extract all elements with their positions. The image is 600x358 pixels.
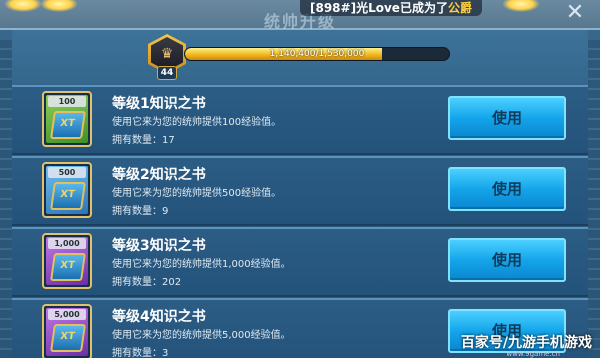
item-icon-bg: 500 xyxy=(46,166,88,214)
watermark: 百家号/九游手机游戏 xyxy=(460,335,592,351)
item-description: 使用它来为您的统帅提供100经验值。 xyxy=(112,117,282,128)
item-title: 等级2知识之书 xyxy=(112,167,206,183)
notification-rank: 公爵 xyxy=(447,1,472,15)
item-icon-bg: 100 xyxy=(46,95,88,143)
item-title: 等级3知识之书 xyxy=(112,238,206,254)
watermark-url: www.9game.cn xyxy=(506,350,560,358)
list-item: 100 等级1知识之书 使用它来为您的统帅提供100经验值。 拥有数量：17 使… xyxy=(12,85,588,155)
xp-progress-text: 1,140,400/1,530,000 xyxy=(269,49,365,59)
item-description: 使用它来为您的统帅提供5,000经验值。 xyxy=(112,330,291,341)
notification-player: 光Love xyxy=(356,1,400,15)
item-description: 使用它来为您的统帅提供500经验值。 xyxy=(112,188,282,199)
item-value-tag: 1,000 xyxy=(48,238,86,249)
book-icon xyxy=(50,111,86,139)
item-count: 拥有数量：202 xyxy=(112,277,182,288)
item-title: 等级1知识之书 xyxy=(112,96,206,112)
commander-header: ♛ 44 1,140,400/1,530,000 xyxy=(12,30,588,85)
book-icon xyxy=(50,324,86,352)
use-button[interactable]: 使用 xyxy=(448,96,566,140)
broadcast-notification: [898#]光Love已成为了公爵 xyxy=(300,0,482,16)
item-icon: 1,000 xyxy=(42,233,92,289)
item-icon: 5,000 xyxy=(42,304,92,358)
item-icon-bg: 5,000 xyxy=(46,308,88,356)
item-icon-bg: 1,000 xyxy=(46,237,88,285)
knowledge-book-list: 100 等级1知识之书 使用它来为您的统帅提供100经验值。 拥有数量：17 使… xyxy=(12,85,588,358)
notification-middle: 已成为了 xyxy=(399,1,448,15)
item-icon: 100 xyxy=(42,91,92,147)
close-button[interactable]: ✕ xyxy=(564,2,586,24)
left-frame-border xyxy=(0,40,12,358)
item-count: 拥有数量：3 xyxy=(112,348,169,358)
use-button[interactable]: 使用 xyxy=(448,167,566,211)
list-item: 1,000 等级3知识之书 使用它来为您的统帅提供1,000经验值。 拥有数量：… xyxy=(12,227,588,297)
book-icon xyxy=(50,182,86,210)
list-item: 500 等级2知识之书 使用它来为您的统帅提供500经验值。 拥有数量：9 使用 xyxy=(12,156,588,226)
use-button[interactable]: 使用 xyxy=(448,238,566,282)
item-count: 拥有数量：9 xyxy=(112,206,169,217)
commander-avatar[interactable]: ♛ 44 xyxy=(148,34,186,80)
item-value-tag: 100 xyxy=(48,96,86,107)
item-title: 等级4知识之书 xyxy=(112,309,206,325)
item-value-tag: 5,000 xyxy=(48,309,86,320)
item-count: 拥有数量：17 xyxy=(112,135,175,146)
commander-level-badge: 44 xyxy=(157,66,177,80)
book-icon xyxy=(50,253,86,281)
item-value-tag: 500 xyxy=(48,167,86,178)
notification-prefix: [898#] xyxy=(310,1,357,15)
xp-progress-bar: 1,140,400/1,530,000 xyxy=(184,47,450,61)
right-frame-border xyxy=(588,40,600,358)
item-icon: 500 xyxy=(42,162,92,218)
title-bar: 统帅升级 [898#]光Love已成为了公爵 ✕ xyxy=(0,0,600,31)
item-description: 使用它来为您的统帅提供1,000经验值。 xyxy=(112,259,291,270)
